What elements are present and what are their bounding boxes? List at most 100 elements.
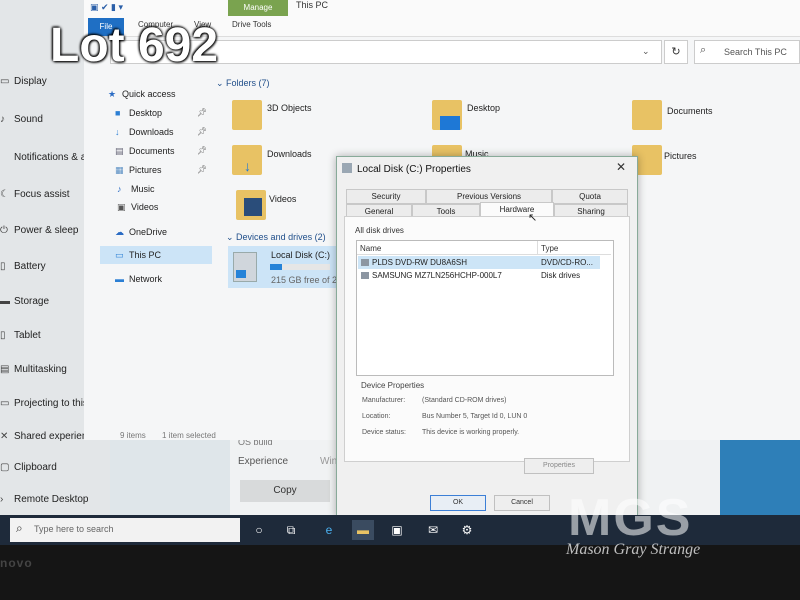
all-disk-drives-label: All disk drives	[355, 226, 404, 235]
nav-quick-access[interactable]: ★ Quick access	[108, 89, 176, 100]
tab-quota[interactable]: Quota	[552, 189, 628, 204]
download-icon: ↓	[244, 158, 251, 174]
nav-onedrive[interactable]: ☁ OneDrive	[115, 227, 167, 238]
mail-icon[interactable]: ✉	[422, 520, 444, 540]
settings-item-power[interactable]: ⏻ Power & sleep	[0, 225, 78, 236]
speaker-icon: ♪	[0, 114, 5, 125]
store-icon[interactable]: ▣	[386, 520, 408, 540]
disk-drive-icon	[361, 272, 369, 279]
clipboard-icon: ▢	[0, 462, 10, 473]
windows-logo-icon	[236, 270, 246, 278]
devices-group-header[interactable]: ⌄ Devices and drives (2)	[226, 232, 326, 243]
folder-icon[interactable]	[632, 100, 662, 130]
edge-icon[interactable]: e	[318, 520, 340, 540]
video-icon: ▣	[117, 202, 126, 212]
folder-3d-objects[interactable]: 3D Objects	[267, 103, 312, 113]
folder-pictures[interactable]: Pictures	[664, 151, 697, 161]
network-icon: ▬	[115, 274, 124, 284]
location-label: Location:	[362, 413, 391, 420]
table-cell-type[interactable]: Disk drives	[541, 271, 580, 280]
nav-documents[interactable]: ▤ Documents	[115, 146, 175, 157]
desktop-icon	[440, 116, 460, 130]
refresh-icon[interactable]: ↻	[664, 40, 688, 64]
folder-desktop[interactable]: Desktop	[467, 103, 500, 113]
table-row[interactable]: SAMSUNG MZ7LN256HCHP-000L7	[372, 271, 502, 280]
remote-icon: ›	[0, 494, 4, 505]
settings-item-multitasking[interactable]: ▤ Multitasking	[0, 364, 67, 375]
chevron-down-icon: ⌄	[216, 78, 227, 88]
pin-icon: 📌︎	[197, 127, 208, 136]
settings-item-battery[interactable]: ▯ Battery	[0, 261, 46, 272]
file-explorer-icon[interactable]: ▬	[352, 520, 374, 540]
tab-drive-tools[interactable]: Drive Tools	[232, 20, 271, 29]
folder-icon[interactable]	[232, 100, 262, 130]
quick-access-toolbar-icon[interactable]: ▣ ✔ ▮ ▾	[90, 2, 123, 13]
header-divider	[357, 254, 611, 255]
tablet-icon: ▯	[0, 330, 6, 341]
mouse-cursor-icon: ↖	[528, 212, 538, 224]
settings-item-tablet[interactable]: ▯ Tablet	[0, 330, 41, 341]
settings-item-display[interactable]: ▭ Display	[0, 76, 47, 87]
picture-icon: ▦	[115, 165, 124, 175]
drive-local-disk-c[interactable]: Local Disk (C:)	[271, 250, 330, 260]
search-icon: ⌕	[700, 44, 707, 56]
cancel-button[interactable]: Cancel	[494, 495, 550, 511]
search-placeholder: Search This PC	[724, 47, 787, 57]
status-selected-count: 1 item selected	[162, 431, 216, 440]
storage-icon: ▬	[0, 296, 10, 307]
table-cell-type[interactable]: DVD/CD-RO...	[541, 258, 593, 267]
tab-security[interactable]: Security	[346, 189, 426, 204]
folder-videos[interactable]: Videos	[269, 194, 296, 204]
task-view-icon[interactable]: ⧉	[280, 520, 302, 540]
table-row[interactable]: PLDS DVD-RW DU8A6SH	[372, 258, 467, 267]
watermark-name: Mason Gray Strange	[566, 541, 701, 558]
taskbar-search-placeholder: Type here to search	[34, 524, 114, 534]
download-icon: ↓	[115, 127, 120, 137]
nav-this-pc[interactable]: ▭ This PC	[115, 250, 161, 261]
document-icon: ▤	[115, 146, 124, 156]
ok-button[interactable]: OK	[430, 495, 486, 511]
star-icon: ★	[108, 89, 117, 99]
settings-item-storage[interactable]: ▬ Storage	[0, 296, 49, 307]
search-icon: ⌕	[16, 521, 23, 535]
pin-icon: 📌︎	[197, 108, 208, 117]
bezel-brand: novo	[0, 556, 33, 570]
column-header-type[interactable]: Type	[541, 244, 558, 253]
folder-downloads[interactable]: Downloads	[267, 149, 312, 159]
settings-gear-icon[interactable]: ⚙	[456, 520, 478, 540]
settings-item-remote[interactable]: › Remote Desktop	[0, 494, 88, 505]
column-header-name[interactable]: Name	[360, 244, 381, 253]
nav-music[interactable]: ♪ Music	[117, 184, 155, 194]
moon-icon: ☾	[0, 189, 9, 200]
folders-group-header[interactable]: ⌄ Folders (7)	[216, 78, 270, 89]
folder-documents[interactable]: Documents	[667, 106, 713, 116]
video-icon	[244, 198, 262, 216]
drive-free-space: 215 GB free of 2	[271, 275, 338, 285]
location-value: Bus Number 5, Target Id 0, LUN 0	[422, 413, 528, 420]
cortana-icon[interactable]: ○	[248, 520, 270, 540]
tab-manage[interactable]: Manage	[228, 0, 288, 16]
manufacturer-label: Manufacturer:	[362, 397, 406, 404]
settings-item-sound[interactable]: ♪ Sound	[0, 114, 43, 125]
multitasking-icon: ▤	[0, 364, 10, 375]
properties-button[interactable]: Properties	[524, 458, 594, 474]
nav-videos[interactable]: ▣ Videos	[117, 202, 158, 213]
settings-item-clipboard[interactable]: ▢ Clipboard	[0, 462, 57, 473]
nav-desktop[interactable]: ■ Desktop	[115, 108, 162, 118]
nav-network[interactable]: ▬ Network	[115, 274, 162, 284]
column-separator[interactable]	[537, 241, 538, 254]
settings-item-notifications[interactable]: Notifications & acti	[0, 152, 96, 163]
status-item-count: 9 items	[120, 431, 146, 440]
dialog-title: Local Disk (C:) Properties	[357, 164, 471, 175]
settings-item-focus-assist[interactable]: ☾ Focus assist	[0, 189, 70, 200]
dvd-drive-icon	[361, 259, 369, 266]
chevron-down-icon[interactable]: ⌄	[642, 46, 650, 57]
copy-button[interactable]: Copy	[240, 480, 330, 502]
desktop-background	[720, 440, 800, 515]
nav-pictures[interactable]: ▦ Pictures	[115, 165, 162, 176]
music-icon: ♪	[117, 184, 122, 194]
close-icon[interactable]: ✕	[616, 160, 626, 174]
nav-downloads[interactable]: ↓ Downloads	[115, 127, 174, 137]
device-status-value: This device is working properly.	[422, 429, 520, 436]
chevron-down-icon: ⌄	[226, 232, 237, 242]
